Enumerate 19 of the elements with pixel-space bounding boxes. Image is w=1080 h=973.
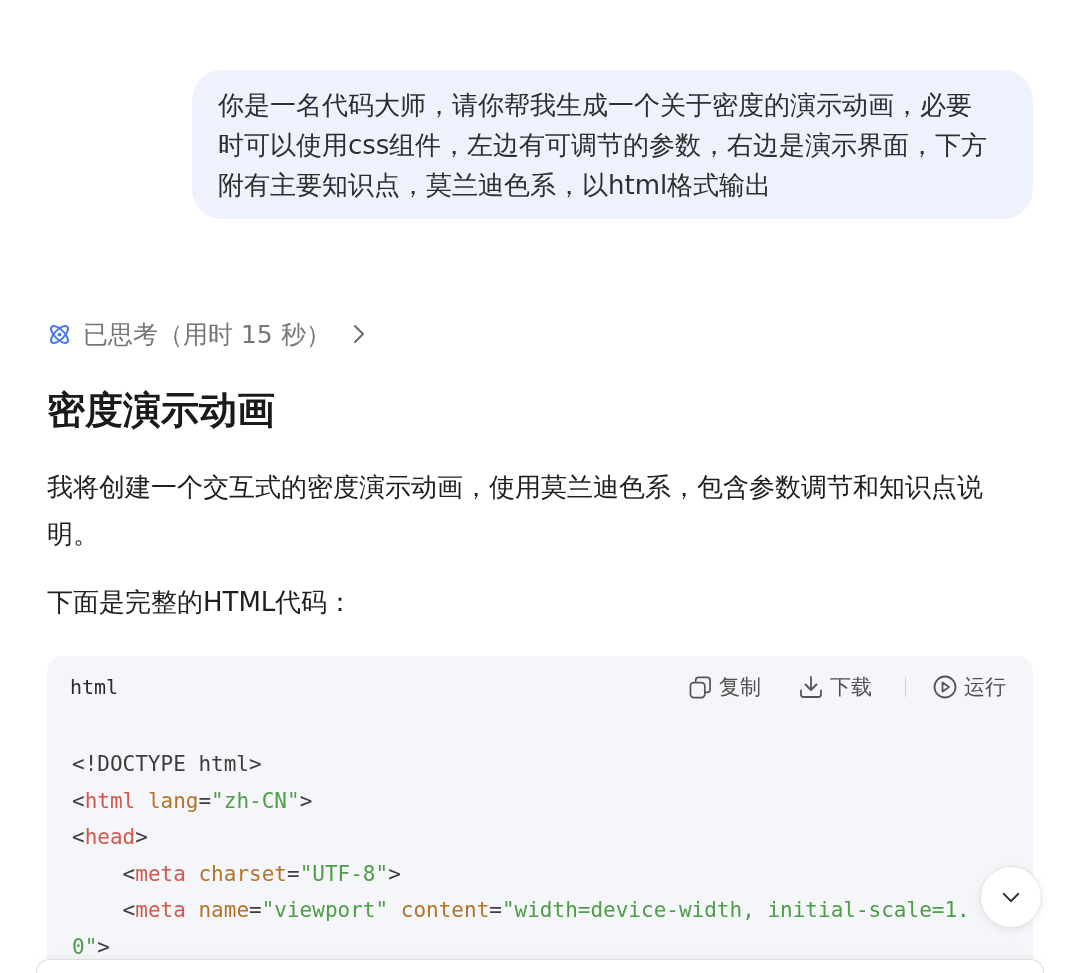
- play-circle-icon: [933, 675, 957, 699]
- download-button[interactable]: 下载: [799, 673, 872, 701]
- thinking-toggle[interactable]: 已思考（用时 15 秒）: [47, 317, 365, 351]
- answer-paragraph: 下面是完整的HTML代码：: [47, 586, 355, 619]
- copy-icon: [689, 675, 712, 699]
- code-line: <meta charset="UTF-8">: [121, 860, 401, 888]
- message-text: 你是一名代码大师，请你帮我生成一个关于密度的演示动画，必要时可以使用css组件，左边有可调节的参数，右边是演示界面，下方附有主要知识点，莫兰迪色系，以html格式输出: [218, 89, 988, 202]
- code-line: <meta name="viewport" content="width=device-width, initial-scale=1.0">: [72, 897, 971, 959]
- copy-button[interactable]: 复制: [689, 673, 761, 701]
- message-input-field[interactable]: [36, 959, 1044, 973]
- code-language-label: html: [70, 675, 119, 699]
- code-line: <head>: [72, 824, 148, 851]
- answer-paragraph: 我将创建一个交互式的密度演示动画，使用莫兰迪色系，包含参数调节和知识点说明。: [47, 471, 984, 551]
- code-line: <html lang="zh-CN">: [72, 787, 313, 815]
- answer-heading: 密度演示动画: [47, 387, 276, 434]
- run-button[interactable]: 运行: [933, 673, 1006, 701]
- chevron-down-icon: [1002, 891, 1020, 903]
- download-icon: [799, 675, 823, 699]
- code-line: <!DOCTYPE html>: [72, 751, 262, 778]
